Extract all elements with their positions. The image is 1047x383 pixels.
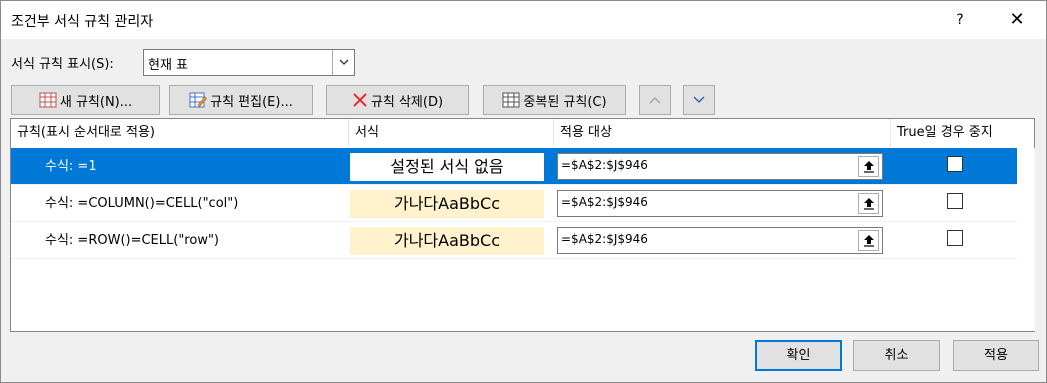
format-preview: 설정된 서식 없음	[350, 153, 544, 181]
rule-row[interactable]: 수식: =ROW()=CELL("row") 가나다AaBbCc =$A$2:$…	[11, 222, 1017, 259]
rule-label: 수식: =ROW()=CELL("row")	[45, 233, 220, 248]
new-rule-icon	[39, 92, 57, 108]
edit-rule-icon	[189, 92, 208, 108]
applies-to-value: =$A$2:$J$946	[561, 158, 648, 172]
chevron-down-icon[interactable]	[332, 50, 354, 75]
close-button[interactable]: ✕	[997, 5, 1037, 35]
collapse-dialog-icon[interactable]	[858, 230, 879, 251]
show-rules-dropdown[interactable]: 현재 표	[143, 49, 355, 76]
delete-rule-label: 규칙 삭제(D)	[370, 94, 444, 110]
new-rule-label: 새 규칙(N)...	[59, 94, 133, 110]
applies-to-value: =$A$2:$J$946	[561, 232, 648, 246]
applies-to-input[interactable]: =$A$2:$J$946	[557, 153, 883, 180]
stop-if-true-checkbox[interactable]	[947, 230, 963, 246]
delete-rule-button[interactable]: 규칙 삭제(D)	[326, 85, 469, 115]
collapse-dialog-icon[interactable]	[858, 156, 879, 177]
duplicate-rule-label: 중복된 규칙(C)	[523, 94, 607, 110]
column-header-rule: 규칙(표시 순서대로 적용)	[11, 119, 349, 147]
chevron-down-icon	[693, 93, 705, 108]
cancel-button[interactable]: 취소	[853, 340, 940, 371]
edit-rule-button[interactable]: 규칙 편집(E)...	[169, 85, 313, 115]
column-header-stop-if-true: True일 경우 중지	[897, 125, 993, 140]
new-rule-button[interactable]: 새 규칙(N)...	[11, 85, 160, 115]
stop-if-true-checkbox[interactable]	[947, 156, 963, 172]
format-preview: 가나다AaBbCc	[350, 190, 544, 218]
show-rules-label: 서식 규칙 표시(S):	[11, 57, 114, 72]
column-header-applies-to: 적용 대상	[554, 119, 891, 147]
conditional-formatting-rules-manager-dialog: 조건부 서식 규칙 관리자 ? ✕ 서식 규칙 표시(S): 현재 표 새 규칙…	[0, 0, 1047, 383]
rules-header: 규칙(표시 순서대로 적용) 서식 적용 대상 True일 경우 중지	[11, 119, 1034, 147]
apply-button[interactable]: 적용	[953, 340, 1039, 371]
dialog-title: 조건부 서식 규칙 관리자	[11, 14, 154, 30]
applies-to-value: =$A$2:$J$946	[561, 195, 648, 209]
format-preview: 가나다AaBbCc	[350, 227, 544, 255]
help-button[interactable]: ?	[945, 7, 975, 33]
ok-button[interactable]: 확인	[755, 340, 842, 371]
edit-rule-label: 규칙 편집(E)...	[210, 94, 293, 110]
delete-icon	[352, 92, 368, 108]
duplicate-rule-button[interactable]: 중복된 규칙(C)	[483, 85, 626, 115]
rule-label: 수식: =COLUMN()=CELL("col")	[45, 196, 239, 211]
collapse-dialog-icon[interactable]	[858, 193, 879, 214]
rules-list: 규칙(표시 순서대로 적용) 서식 적용 대상 True일 경우 중지 수식: …	[10, 118, 1035, 332]
column-header-format: 서식	[349, 119, 554, 147]
rule-label: 수식: =1	[45, 159, 97, 174]
move-down-button[interactable]	[683, 85, 715, 115]
rules-scrollbar[interactable]	[1027, 148, 1035, 331]
title-bar: 조건부 서식 규칙 관리자 ? ✕	[1, 1, 1046, 39]
show-rules-selected-value: 현재 표	[148, 58, 189, 73]
stop-if-true-checkbox[interactable]	[947, 193, 963, 209]
rule-row[interactable]: 수식: =COLUMN()=CELL("col") 가나다AaBbCc =$A$…	[11, 185, 1017, 222]
chevron-up-icon	[649, 93, 661, 108]
duplicate-rule-icon	[502, 92, 520, 108]
applies-to-input[interactable]: =$A$2:$J$946	[557, 227, 883, 254]
applies-to-input[interactable]: =$A$2:$J$946	[557, 190, 883, 217]
move-up-button[interactable]	[639, 85, 671, 115]
rule-row[interactable]: 수식: =1 설정된 서식 없음 =$A$2:$J$946	[11, 148, 1017, 185]
